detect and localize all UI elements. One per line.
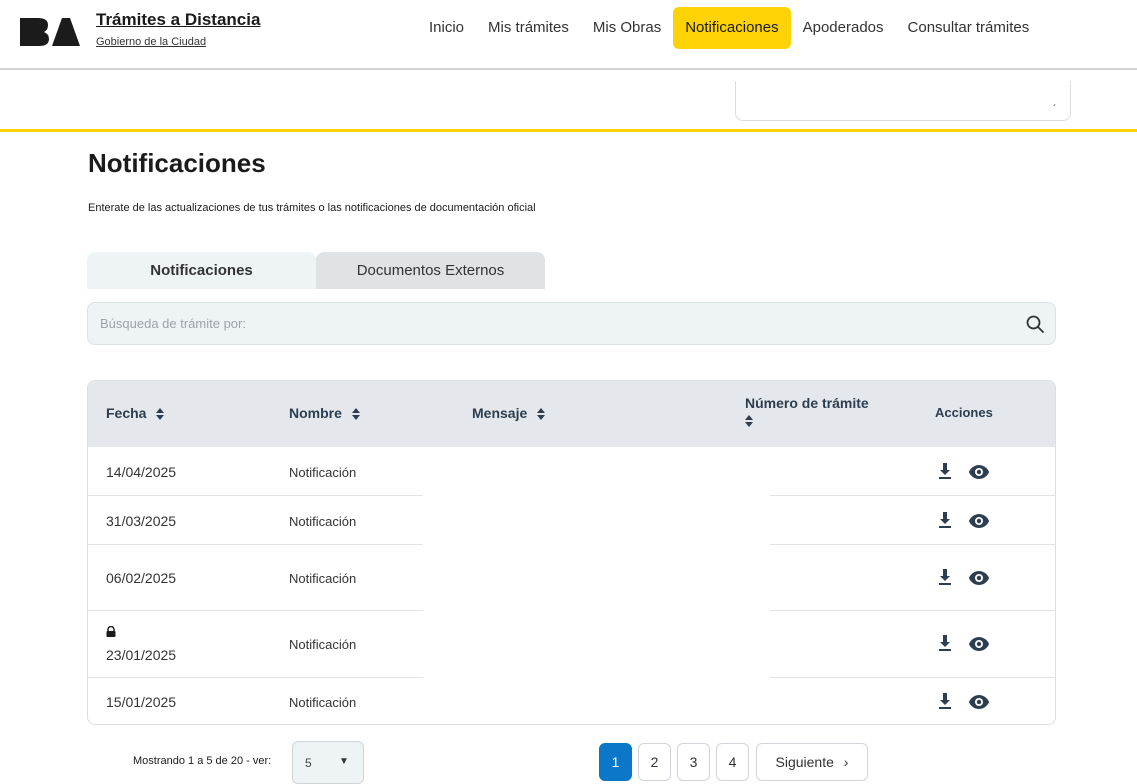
eye-icon[interactable]: [969, 637, 989, 651]
nav-inicio[interactable]: Inicio: [417, 7, 476, 49]
row-date: 31/03/2025: [106, 513, 177, 529]
table-header: Fecha Nombre Mensaje Número de trámite A…: [88, 381, 1055, 447]
col-fecha[interactable]: Fecha: [106, 405, 165, 421]
eye-icon[interactable]: [969, 571, 989, 585]
sort-icon: [537, 408, 546, 421]
search-input[interactable]: [100, 303, 1000, 344]
table-row: 31/03/2025 Notificación: [88, 496, 1055, 545]
table-row: 15/01/2025 Notificación: [88, 678, 1055, 724]
col-fecha-label: Fecha: [106, 405, 147, 421]
app-subtitle[interactable]: Gobierno de la Ciudad: [96, 36, 206, 48]
main-nav: Inicio Mis trámites Mis Obras Notificaci…: [417, 7, 1041, 49]
page-button-2[interactable]: 2: [638, 743, 671, 781]
sub-bar: ˏ: [0, 71, 1137, 132]
row-date: 14/04/2025: [106, 464, 177, 480]
nav-consultar-tramites[interactable]: Consultar trámites: [896, 7, 1042, 49]
page-size-value: 5: [305, 756, 312, 770]
eye-icon[interactable]: [969, 514, 989, 528]
page-size-select[interactable]: 5 ▼: [292, 741, 364, 784]
row-name: Notificación: [289, 637, 357, 652]
tab-notificaciones[interactable]: Notificaciones: [87, 252, 316, 289]
app-title[interactable]: Trámites a Distancia: [96, 10, 260, 30]
lock-icon: [106, 626, 116, 637]
chevron-right-icon: ›: [843, 754, 849, 770]
page-title: Notificaciones: [88, 148, 266, 178]
pagination-summary: Mostrando 1 a 5 de 20 - ver:: [133, 755, 272, 767]
page-button-3[interactable]: 3: [677, 743, 710, 781]
table-row: 14/04/2025 Notificación: [88, 447, 1055, 496]
row-date: 23/01/2025: [106, 647, 177, 663]
nav-apoderados[interactable]: Apoderados: [791, 7, 896, 49]
eye-icon[interactable]: [969, 465, 989, 479]
sort-icon: [745, 415, 753, 428]
top-header: Trámites a Distancia Gobierno de la Ciud…: [0, 0, 1137, 70]
row-name: Notificación: [289, 695, 357, 710]
row-date: 15/01/2025: [106, 694, 177, 710]
next-page-button[interactable]: Siguiente ›: [756, 743, 868, 781]
col-nombre[interactable]: Nombre: [289, 405, 360, 421]
row-name: Notificación: [289, 465, 357, 480]
download-icon[interactable]: [938, 693, 952, 709]
row-name: Notificación: [289, 514, 357, 529]
download-icon[interactable]: [938, 512, 952, 528]
ba-logo[interactable]: [18, 16, 82, 48]
nav-mis-obras[interactable]: Mis Obras: [581, 7, 673, 49]
tabs: Notificaciones Documentos Externos: [87, 252, 545, 289]
table-row: 23/01/2025 Notificación: [88, 611, 1055, 678]
download-icon[interactable]: [938, 635, 952, 651]
search-icon[interactable]: [1025, 314, 1045, 334]
table-row: 06/02/2025 Notificación: [88, 545, 1055, 611]
notifications-table: Fecha Nombre Mensaje Número de trámite A…: [87, 380, 1056, 725]
caret-icon: ˏ: [1052, 95, 1056, 107]
page-button-4[interactable]: 4: [716, 743, 749, 781]
col-mensaje[interactable]: Mensaje: [472, 405, 546, 421]
next-page-label: Siguiente: [775, 754, 834, 770]
col-numero-label: Número de trámite: [745, 395, 869, 411]
user-menu-dropdown[interactable]: ˏ: [735, 81, 1071, 121]
page-description: Enterate de las actualizaciones de tus t…: [88, 202, 536, 214]
download-icon[interactable]: [938, 463, 952, 479]
row-date: 06/02/2025: [106, 570, 177, 586]
col-mensaje-label: Mensaje: [472, 405, 528, 421]
eye-icon[interactable]: [969, 695, 989, 709]
col-nombre-label: Nombre: [289, 405, 342, 421]
page-button-1[interactable]: 1: [599, 743, 632, 781]
row-name: Notificación: [289, 571, 357, 586]
tab-documentos-externos[interactable]: Documentos Externos: [316, 252, 545, 289]
col-numero[interactable]: Número de trámite: [745, 395, 895, 428]
nav-mis-tramites[interactable]: Mis trámites: [476, 7, 581, 49]
caret-down-icon: ▼: [339, 756, 349, 767]
col-acciones: Acciones: [935, 405, 993, 420]
sort-icon: [156, 408, 165, 421]
download-icon[interactable]: [938, 569, 952, 585]
nav-notificaciones[interactable]: Notificaciones: [673, 7, 791, 49]
sort-icon: [351, 408, 360, 421]
search-bar: [87, 302, 1056, 345]
